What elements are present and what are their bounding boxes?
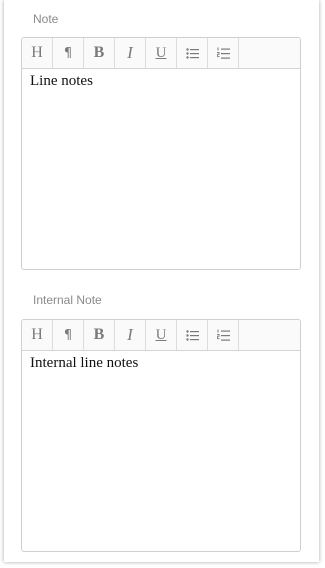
numbered-list-button[interactable] <box>208 38 239 68</box>
italic-button[interactable]: I <box>115 38 146 68</box>
italic-icon: I <box>127 325 133 344</box>
heading-icon: H <box>31 326 43 343</box>
heading-button[interactable]: H <box>22 38 53 68</box>
italic-icon: I <box>127 43 133 62</box>
numbered-list-icon <box>216 329 230 341</box>
internal-note-content[interactable]: Internal line notes <box>22 351 300 376</box>
bold-icon: B <box>93 44 105 61</box>
internal-note-toolbar: H ¶ B I U <box>22 320 300 351</box>
bold-button[interactable]: B <box>84 38 115 68</box>
bulleted-list-button[interactable] <box>177 320 208 350</box>
bulleted-list-icon <box>185 329 199 341</box>
heading-icon: H <box>31 44 43 61</box>
heading-button[interactable]: H <box>22 320 53 350</box>
underline-button[interactable]: U <box>146 38 177 68</box>
paragraph-button[interactable]: ¶ <box>53 38 84 68</box>
paragraph-icon: ¶ <box>63 45 73 61</box>
bold-button[interactable]: B <box>84 320 115 350</box>
bulleted-list-icon <box>185 47 199 59</box>
paragraph-button[interactable]: ¶ <box>53 320 84 350</box>
paragraph-icon: ¶ <box>63 327 73 343</box>
numbered-list-button[interactable] <box>208 320 239 350</box>
note-editor: H ¶ B I U Line notes <box>21 37 301 270</box>
underline-icon: U <box>155 44 167 61</box>
bulleted-list-button[interactable] <box>177 38 208 68</box>
note-label: Note <box>33 12 59 26</box>
numbered-list-icon <box>216 47 230 59</box>
note-content[interactable]: Line notes <box>22 69 300 94</box>
underline-button[interactable]: U <box>146 320 177 350</box>
italic-button[interactable]: I <box>115 320 146 350</box>
note-toolbar: H ¶ B I U <box>22 38 300 69</box>
internal-note-editor: H ¶ B I U Internal line notes <box>21 319 301 552</box>
notes-panel: Note H ¶ B I U Line notes Internal Note … <box>4 0 319 562</box>
bold-icon: B <box>93 326 105 343</box>
underline-icon: U <box>155 326 167 343</box>
internal-note-label: Internal Note <box>33 293 102 307</box>
